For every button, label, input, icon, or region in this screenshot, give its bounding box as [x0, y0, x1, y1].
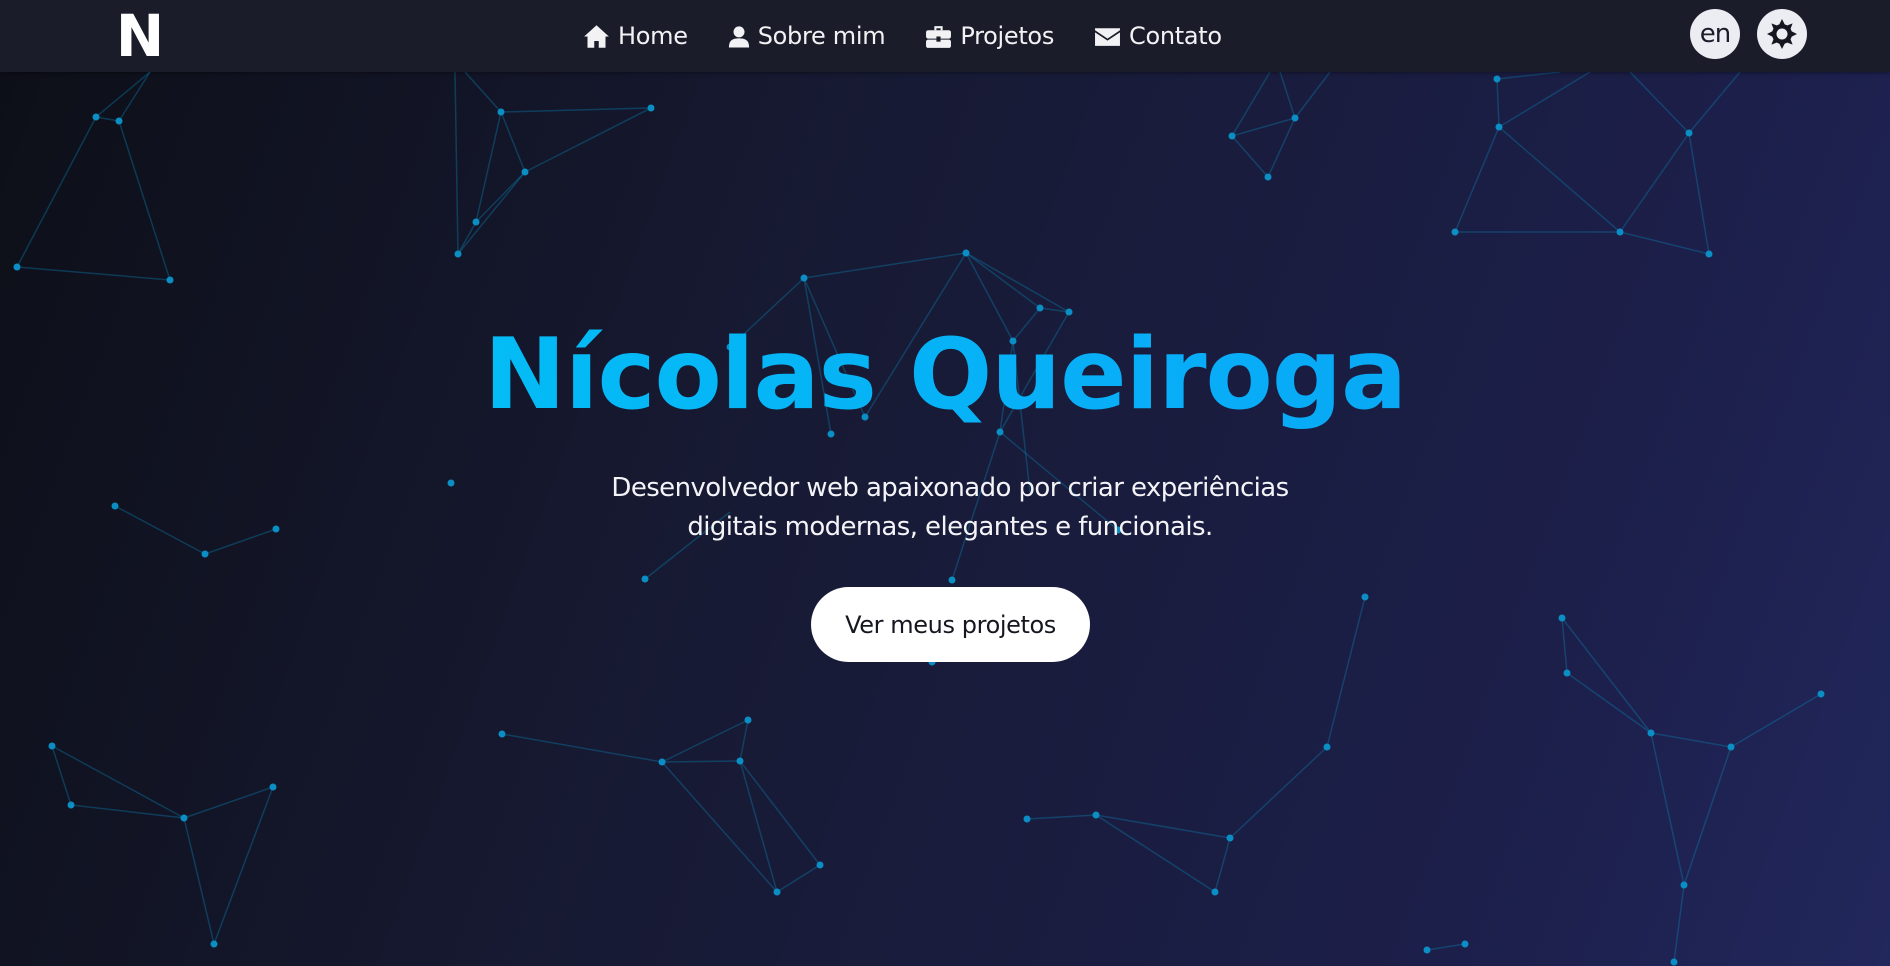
- nav-contact-label: Contato: [1129, 22, 1222, 50]
- hero-subtitle-line-2: digitais modernas, elegantes e funcionai…: [687, 512, 1213, 542]
- nav-contact[interactable]: Contato: [1094, 22, 1222, 50]
- nav-links: Home Sobre mim Projetos Contato: [583, 0, 1262, 72]
- navbar: N Home Sobre mim Projetos Contato en: [0, 0, 1890, 72]
- theme-toggle-button[interactable]: [1757, 9, 1807, 59]
- nav-projects-label: Projetos: [960, 22, 1055, 50]
- nav-about[interactable]: Sobre mim: [728, 22, 886, 50]
- sun-icon: [1767, 19, 1797, 49]
- hero-subtitle: Desenvolvedor web apaixonado por criar e…: [545, 469, 1355, 547]
- nav-about-label: Sobre mim: [757, 22, 886, 50]
- envelope-icon: [1095, 27, 1120, 46]
- nav-projects[interactable]: Projetos: [925, 22, 1054, 50]
- svg-text:N: N: [116, 10, 165, 58]
- logo[interactable]: N: [114, 10, 166, 58]
- home-icon: [584, 24, 609, 48]
- nav-home[interactable]: Home: [583, 22, 688, 50]
- view-projects-button[interactable]: Ver meus projetos: [811, 587, 1090, 662]
- view-projects-label: Ver meus projetos: [845, 610, 1056, 639]
- language-toggle-button[interactable]: en: [1690, 9, 1740, 59]
- briefcase-icon: [926, 25, 952, 48]
- language-label: en: [1699, 19, 1732, 49]
- user-icon: [728, 25, 749, 47]
- hero-section: Nícolas Queiroga Desenvolvedor web apaix…: [0, 72, 1890, 966]
- hero-subtitle-line-1: Desenvolvedor web apaixonado por criar e…: [611, 473, 1289, 503]
- hero-title: Nícolas Queiroga: [0, 317, 1890, 435]
- nav-home-label: Home: [618, 22, 688, 50]
